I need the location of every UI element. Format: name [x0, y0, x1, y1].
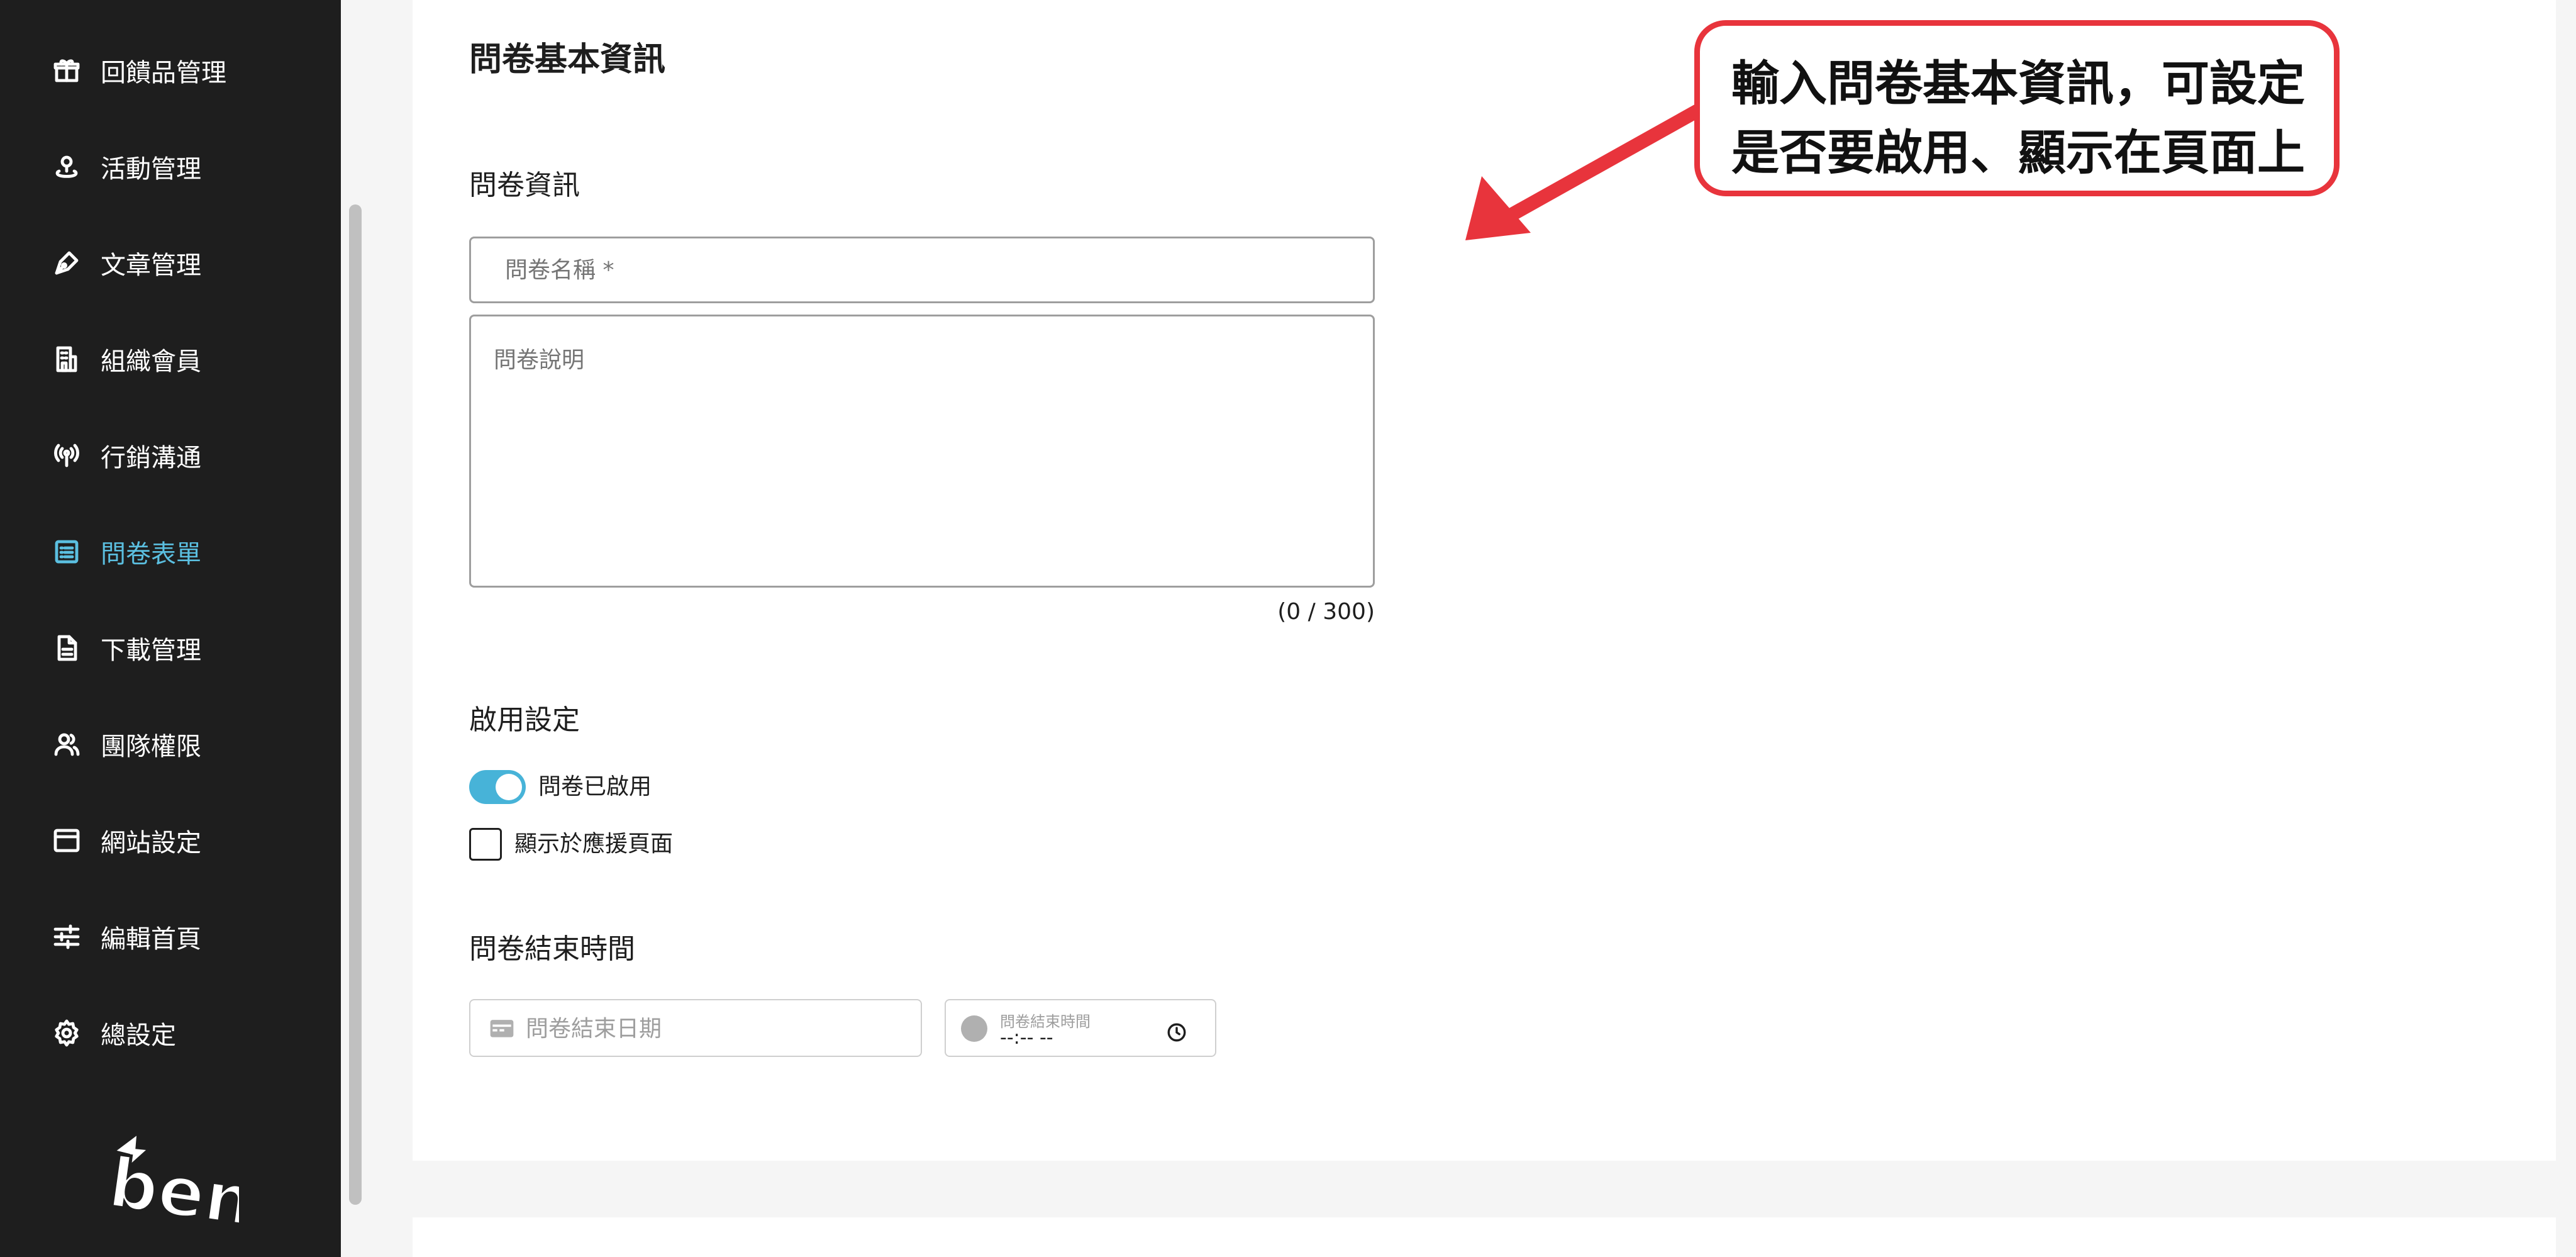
building-icon: [50, 343, 83, 376]
sidebar-item-label: 活動管理: [101, 155, 201, 184]
annotation-arrow-icon: [1465, 101, 1711, 240]
browser-icon: [50, 824, 83, 857]
broadcast-icon: [50, 439, 83, 472]
sidebar-item-team[interactable]: 團隊權限: [50, 719, 201, 769]
sidebar-item-label: 團隊權限: [101, 732, 201, 761]
sidebar-item-label: 回饋品管理: [101, 59, 226, 87]
toggle-knob: [496, 774, 522, 800]
show-on-support-page-checkbox[interactable]: [469, 828, 502, 861]
sidebar-item-articles[interactable]: 文章管理: [50, 238, 201, 288]
sidebar-item-members[interactable]: 組織會員: [50, 334, 201, 384]
sidebar-item-label: 問卷表單: [101, 540, 201, 569]
sidebar-item-site-settings[interactable]: 網站設定: [50, 815, 201, 866]
sidebar-item-label: 行銷溝通: [101, 444, 201, 472]
sidebar-item-label: 總設定: [101, 1021, 176, 1050]
end-date-placeholder: 問卷結束日期: [526, 1016, 662, 1042]
next-card: [413, 1217, 2556, 1257]
annotation-callout: 輸入問卷基本資訊，可設定 是否要啟用、顯示在頁面上: [1694, 20, 2340, 196]
time-indicator-icon: [961, 1015, 987, 1042]
sidebar-item-general-settings[interactable]: 總設定: [50, 1008, 176, 1058]
users-icon: [50, 728, 83, 761]
annotation-line-1: 輸入問卷基本資訊，可設定: [1731, 55, 2305, 111]
end-date-field[interactable]: 問卷結束日期: [469, 999, 922, 1057]
sliders-icon: [50, 920, 83, 953]
sidebar: 回饋品管理 活動管理 文章管理 組織會員 行銷溝通 問卷表單 下載管理 團隊權限…: [0, 0, 341, 1257]
calendar-icon: [490, 1020, 514, 1037]
survey-enabled-toggle[interactable]: [469, 770, 526, 804]
list-icon: [50, 535, 83, 568]
section-title-enable: 啟用設定: [469, 704, 580, 736]
sidebar-item-label: 組織會員: [101, 347, 201, 376]
sidebar-item-label: 下載管理: [101, 636, 201, 665]
ben-logo: ben: [103, 1129, 239, 1239]
gear-icon: [50, 1017, 83, 1049]
svg-text:ben: ben: [104, 1142, 239, 1239]
page-title: 問卷基本資訊: [469, 41, 666, 79]
section-title-end-time: 問卷結束時間: [469, 933, 635, 965]
section-title-info: 問卷資訊: [469, 169, 580, 201]
annotation-line-2: 是否要啟用、顯示在頁面上: [1731, 125, 2305, 181]
sidebar-item-label: 編輯首頁: [101, 925, 201, 954]
end-time-field[interactable]: 問卷結束時間 --:-- --: [945, 999, 1216, 1057]
sidebar-item-events[interactable]: 活動管理: [50, 142, 201, 192]
document-icon: [50, 632, 83, 664]
survey-enabled-label: 問卷已啟用: [538, 774, 652, 800]
show-on-support-page-label: 顯示於應援頁面: [514, 831, 674, 857]
sidebar-item-gifts[interactable]: 回饋品管理: [50, 45, 226, 96]
survey-name-input[interactable]: [469, 237, 1375, 303]
sidebar-item-edit-home[interactable]: 編輯首頁: [50, 912, 201, 962]
pen-icon: [50, 247, 83, 279]
sidebar-item-label: 網站設定: [101, 829, 201, 858]
clock-icon[interactable]: [1166, 1022, 1187, 1043]
location-icon: [50, 150, 83, 183]
end-time-value: --:-- --: [1000, 1027, 1053, 1049]
char-counter: (0 / 300): [1277, 599, 1375, 625]
sidebar-item-marketing[interactable]: 行銷溝通: [50, 430, 201, 481]
gift-icon: [50, 54, 83, 87]
sidebar-item-label: 文章管理: [101, 251, 201, 280]
sidebar-item-downloads[interactable]: 下載管理: [50, 623, 201, 673]
survey-description-input[interactable]: [469, 315, 1375, 588]
sidebar-scrollbar-thumb[interactable]: [349, 204, 362, 1205]
sidebar-item-surveys[interactable]: 問卷表單: [50, 527, 201, 577]
